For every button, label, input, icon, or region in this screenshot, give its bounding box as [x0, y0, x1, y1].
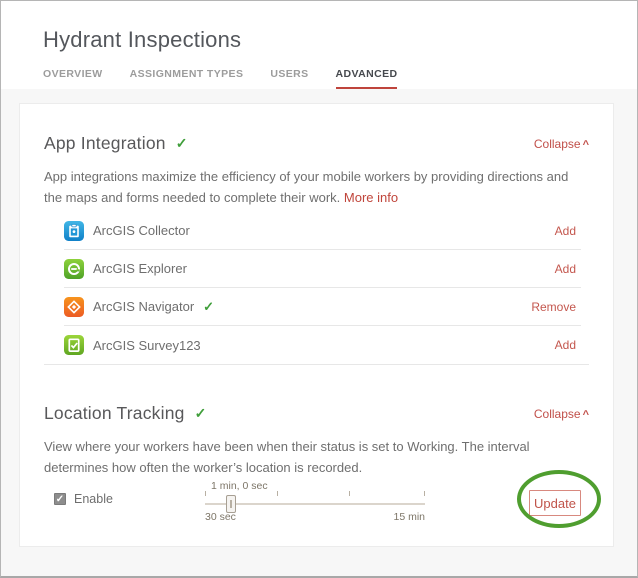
- add-survey123-link[interactable]: Add: [555, 338, 581, 352]
- app-row-collector: ArcGIS Collector Add: [64, 212, 581, 250]
- check-icon: ✓: [203, 299, 214, 315]
- app-name: ArcGIS Explorer: [93, 261, 187, 276]
- navigator-app-icon: [64, 297, 84, 317]
- update-button[interactable]: Update: [529, 490, 581, 516]
- location-tracking-section: Location Tracking ✓ Collapse^ View where…: [44, 365, 589, 542]
- collector-app-icon: [64, 221, 84, 241]
- settings-card: App Integration ✓ Collapse^ App integrat…: [19, 103, 614, 547]
- explorer-app-icon: [64, 259, 84, 279]
- app-row-survey123: ArcGIS Survey123 Add: [64, 326, 581, 364]
- location-tracking-description: View where your workers have been when t…: [44, 436, 589, 478]
- advanced-tab-content: App Integration ✓ Collapse^ App integrat…: [1, 89, 637, 576]
- location-tracking-title: Location Tracking: [44, 403, 185, 424]
- description-text: App integrations maximize the efficiency…: [44, 169, 568, 205]
- add-collector-link[interactable]: Add: [555, 224, 581, 238]
- page-header: Hydrant Inspections OVERVIEW ASSIGNMENT …: [1, 1, 637, 89]
- app-name: ArcGIS Collector: [93, 223, 190, 238]
- tab-overview[interactable]: OVERVIEW: [43, 68, 103, 89]
- tab-users[interactable]: USERS: [270, 68, 308, 89]
- check-icon: ✓: [195, 405, 207, 422]
- slider-tick: [424, 491, 425, 496]
- workforce-project-page: Hydrant Inspections OVERVIEW ASSIGNMENT …: [0, 0, 638, 578]
- tracking-controls: ✓ Enable 1 min, 0 sec 30 sec 15 min: [44, 480, 589, 542]
- remove-navigator-link[interactable]: Remove: [531, 300, 581, 314]
- tab-advanced[interactable]: ADVANCED: [336, 68, 398, 89]
- interval-slider: 1 min, 0 sec 30 sec 15 min: [205, 480, 425, 526]
- add-explorer-link[interactable]: Add: [555, 262, 581, 276]
- collapse-app-integration-link[interactable]: Collapse^: [534, 137, 589, 151]
- app-integration-section: App Integration ✓ Collapse^ App integrat…: [44, 104, 589, 365]
- app-integration-title: App Integration: [44, 133, 166, 154]
- tab-bar: OVERVIEW ASSIGNMENT TYPES USERS ADVANCED: [43, 68, 637, 89]
- tab-assignment-types[interactable]: ASSIGNMENT TYPES: [130, 68, 244, 89]
- app-row-explorer: ArcGIS Explorer Add: [64, 250, 581, 288]
- slider-max-label: 15 min: [393, 511, 425, 523]
- slider-min-label: 30 sec: [205, 511, 236, 523]
- enable-tracking-control[interactable]: ✓ Enable: [54, 492, 113, 506]
- app-list: ArcGIS Collector Add: [64, 212, 581, 364]
- app-integration-description: App integrations maximize the efficiency…: [44, 166, 589, 208]
- page-title: Hydrant Inspections: [43, 27, 637, 53]
- chevron-up-icon: ^: [583, 139, 589, 151]
- collapse-location-tracking-link[interactable]: Collapse^: [534, 407, 589, 421]
- collapse-label: Collapse: [534, 137, 581, 151]
- app-name: ArcGIS Navigator: [93, 299, 194, 314]
- collapse-label: Collapse: [534, 407, 581, 421]
- app-row-navigator: ArcGIS Navigator ✓ Remove: [64, 288, 581, 326]
- slider-tick: [205, 491, 206, 496]
- enable-checkbox[interactable]: ✓: [54, 493, 66, 505]
- enable-label: Enable: [74, 492, 113, 506]
- slider-tick: [349, 491, 350, 496]
- survey123-app-icon: [64, 335, 84, 355]
- check-icon: ✓: [176, 135, 188, 152]
- slider-tick: [277, 491, 278, 496]
- more-info-link[interactable]: More info: [344, 190, 398, 205]
- slider-value-label: 1 min, 0 sec: [211, 480, 268, 492]
- app-name: ArcGIS Survey123: [93, 338, 201, 353]
- chevron-up-icon: ^: [583, 409, 589, 421]
- slider-track[interactable]: [205, 503, 425, 505]
